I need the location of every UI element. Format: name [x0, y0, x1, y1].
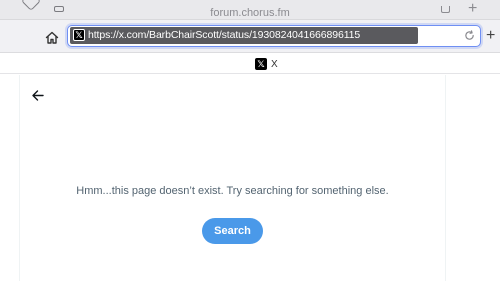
share-icon[interactable] — [441, 6, 450, 13]
sidebar-icon[interactable] — [54, 6, 64, 12]
back-button[interactable] — [29, 86, 47, 104]
error-message: Hmm...this page doesn’t exist. Try searc… — [76, 185, 389, 197]
browser-toolbar: 𝕏 https://x.com/BarbChairScott/status/19… — [0, 20, 500, 53]
tab-bar: 𝕏 X — [0, 54, 500, 74]
reload-icon[interactable] — [463, 29, 475, 41]
x-logo-icon: 𝕏 — [255, 58, 267, 70]
add-tab-button[interactable]: + — [486, 28, 495, 44]
tab-strip: forum.chorus.fm + — [0, 0, 500, 20]
new-tab-icon[interactable]: + — [468, 1, 477, 17]
column-divider — [445, 75, 446, 281]
x-logo-icon: 𝕏 — [73, 29, 85, 41]
arrow-left-icon — [32, 89, 44, 101]
background-tab-title[interactable]: forum.chorus.fm — [150, 7, 350, 19]
url-field[interactable]: 𝕏 https://x.com/BarbChairScott/status/19… — [67, 25, 481, 47]
page-content: Hmm...this page doesn’t exist. Try searc… — [0, 75, 500, 281]
tab-label: X — [271, 58, 278, 70]
url-text[interactable]: https://x.com/BarbChairScott/status/1930… — [88, 29, 360, 41]
column-divider — [19, 75, 20, 281]
home-icon — [45, 31, 59, 44]
search-button[interactable]: Search — [202, 218, 263, 244]
home-button[interactable] — [43, 28, 61, 46]
tab-x[interactable]: 𝕏 X — [255, 58, 278, 70]
tab-overview-icon[interactable] — [21, 0, 41, 11]
